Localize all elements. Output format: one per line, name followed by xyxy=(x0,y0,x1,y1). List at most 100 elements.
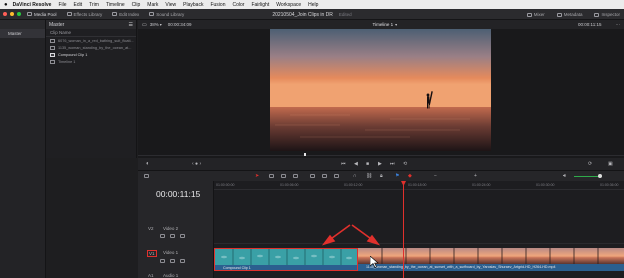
timeline-playhead[interactable] xyxy=(403,181,404,278)
loop-button[interactable]: ⟲ xyxy=(403,161,407,167)
compound-clip-icon xyxy=(50,52,55,57)
track-a1-name[interactable]: Audio 1 xyxy=(163,273,178,278)
edit-index-label: Edit Index xyxy=(119,11,140,17)
output-icon[interactable]: ▣ xyxy=(608,161,613,167)
menu-timeline[interactable]: Timeline xyxy=(106,2,125,8)
zoom-out-icon[interactable]: − xyxy=(434,173,437,179)
stop-button[interactable]: ■ xyxy=(366,161,369,167)
bin-master[interactable]: Master xyxy=(0,29,45,38)
media-pool-button[interactable]: Media Pool xyxy=(27,12,57,17)
inspector-button[interactable]: Inspector xyxy=(594,12,620,17)
menu-view[interactable]: View xyxy=(165,2,176,8)
timeline-timecode[interactable]: 00:00:11:15 xyxy=(156,189,200,199)
menu-clip[interactable]: Clip xyxy=(132,2,141,8)
play-reverse-button[interactable]: ◀ xyxy=(354,161,358,167)
menu-app-name[interactable]: DaVinci Resolve xyxy=(13,2,52,8)
menu-help[interactable]: Help xyxy=(308,2,318,8)
menu-fusion[interactable]: Fusion xyxy=(210,2,225,8)
skip-forward-button[interactable]: ⏭ xyxy=(390,161,395,167)
zoom-window-button[interactable] xyxy=(17,12,21,16)
menu-fairlight[interactable]: Fairlight xyxy=(251,2,269,8)
skip-back-button[interactable]: ⏮ xyxy=(341,161,346,167)
zoom-level[interactable]: 38% xyxy=(150,22,159,27)
bin-label: Master xyxy=(49,21,65,28)
speaker-icon[interactable]: 🔊︎ xyxy=(563,173,566,179)
more-options-icon[interactable]: ⋯ xyxy=(615,22,620,28)
lock-track-icon[interactable] xyxy=(160,234,165,238)
clip-thumbnails xyxy=(215,249,357,265)
timeline-icon xyxy=(50,59,55,64)
video-monitor-icon[interactable] xyxy=(180,259,185,263)
timeline-viewer[interactable] xyxy=(138,29,624,158)
timeline-name[interactable]: Timeline 1 xyxy=(372,22,393,27)
auto-select-icon[interactable] xyxy=(170,259,175,263)
blade-tool-icon[interactable] xyxy=(293,174,298,178)
ruler-tick-label: 01:00:00:00 xyxy=(216,183,235,187)
video-monitor-icon[interactable] xyxy=(180,234,185,238)
flag-icon[interactable]: ⚑ xyxy=(395,173,399,179)
media-pool-item[interactable]: 6076_woman_in_a_red_bathing_suit_floati.… xyxy=(46,37,136,44)
sound-library-button[interactable]: Sound Library xyxy=(149,12,184,17)
track-a1-id[interactable]: A1 xyxy=(148,273,154,278)
timeline-clip-sunset[interactable]: 1135_woman_standing_by_the_ocean_at_suns… xyxy=(358,248,624,271)
insert-clip-icon[interactable] xyxy=(310,174,315,178)
edit-index-button[interactable]: Edit Index xyxy=(112,12,139,17)
dynamic-trim-icon[interactable] xyxy=(281,174,286,178)
viewer-scrub-bar[interactable] xyxy=(138,155,624,156)
replace-clip-icon[interactable] xyxy=(334,174,339,178)
track-v1-name[interactable]: Video 1 xyxy=(163,250,178,255)
menu-mark[interactable]: Mark xyxy=(147,2,158,8)
auto-select-icon[interactable] xyxy=(170,234,175,238)
effects-library-button[interactable]: Effects Library xyxy=(66,11,103,17)
menu-color[interactable]: Color xyxy=(232,2,244,8)
jog-icon[interactable]: ‹ ● › xyxy=(192,161,201,167)
snapping-icon[interactable]: ∩ xyxy=(353,173,357,179)
track-v1-id[interactable]: V1 xyxy=(147,250,157,257)
ruler-tick-label: 01:00:12:00 xyxy=(344,183,363,187)
menu-playback[interactable]: Playback xyxy=(183,2,203,8)
apple-icon[interactable]: ● xyxy=(4,2,8,8)
minimize-window-button[interactable] xyxy=(10,12,14,16)
trim-tool-icon[interactable] xyxy=(269,174,274,178)
timeline-clip-compound[interactable]: Compound Clip 1 xyxy=(214,248,358,271)
timeline-ruler[interactable]: 01:00:00:00 01:00:06:00 01:00:12:00 01:0… xyxy=(214,181,624,190)
list-view-icon[interactable]: ☰ xyxy=(129,22,133,28)
lock-track-icon[interactable] xyxy=(160,259,165,263)
media-pool-item[interactable]: Compound Clip 1 xyxy=(46,51,136,58)
ruler-tick-label: 01:00:24:00 xyxy=(472,183,491,187)
match-frame-icon[interactable]: ⟳ xyxy=(588,161,592,167)
chevron-down-icon[interactable]: ▾ xyxy=(395,22,397,27)
effects-library-label: Effects Library xyxy=(73,11,103,17)
mixer-icon xyxy=(526,12,532,17)
viewer-playhead-marker[interactable] xyxy=(304,153,306,156)
media-pool-item[interactable]: Timeline 1 xyxy=(46,58,136,65)
menu-file[interactable]: File xyxy=(58,2,66,8)
project-title: 20210504_Join Clips in DR xyxy=(272,11,333,18)
media-pool-item[interactable]: 1135_woman_standing_by_the_ocean_at... xyxy=(46,44,136,51)
bin-list-panel: Master xyxy=(0,20,46,278)
toolbar-right: Mixer Metadata Inspector xyxy=(526,9,620,20)
track-v2-name[interactable]: Video 2 xyxy=(163,226,178,231)
close-window-button[interactable] xyxy=(3,12,7,16)
overwrite-clip-icon[interactable] xyxy=(322,174,327,178)
timeline-view-options-icon[interactable] xyxy=(144,174,149,178)
play-button[interactable]: ▶ xyxy=(378,161,382,167)
marker-icon[interactable]: ◆ xyxy=(408,173,412,179)
ruler-tick-label: 01:00:06:00 xyxy=(280,183,299,187)
link-icon[interactable]: ⛓ xyxy=(366,173,372,179)
chevron-down-icon[interactable]: ▾ xyxy=(160,22,162,27)
menu-workspace[interactable]: Workspace xyxy=(276,2,301,8)
menu-trim[interactable]: Trim xyxy=(89,2,99,8)
mixer-button[interactable]: Mixer xyxy=(526,12,545,17)
selection-tool-icon[interactable]: ➤ xyxy=(255,173,259,179)
position-lock-icon[interactable]: 🔒︎ xyxy=(380,173,383,179)
clip-name-column-header[interactable]: Clip Name xyxy=(46,29,136,37)
zoom-in-icon[interactable]: + xyxy=(474,173,477,179)
viewer-mode-icon[interactable]: ▭ xyxy=(142,22,147,28)
speed-icon[interactable]: ◐ xyxy=(146,161,150,167)
volume-knob[interactable] xyxy=(598,174,602,178)
timeline-tracks-area[interactable]: 01:00:00:00 01:00:06:00 01:00:12:00 01:0… xyxy=(214,181,624,278)
metadata-button[interactable]: Metadata xyxy=(556,12,582,17)
menu-edit[interactable]: Edit xyxy=(74,2,83,8)
edit-index-icon xyxy=(112,12,118,16)
